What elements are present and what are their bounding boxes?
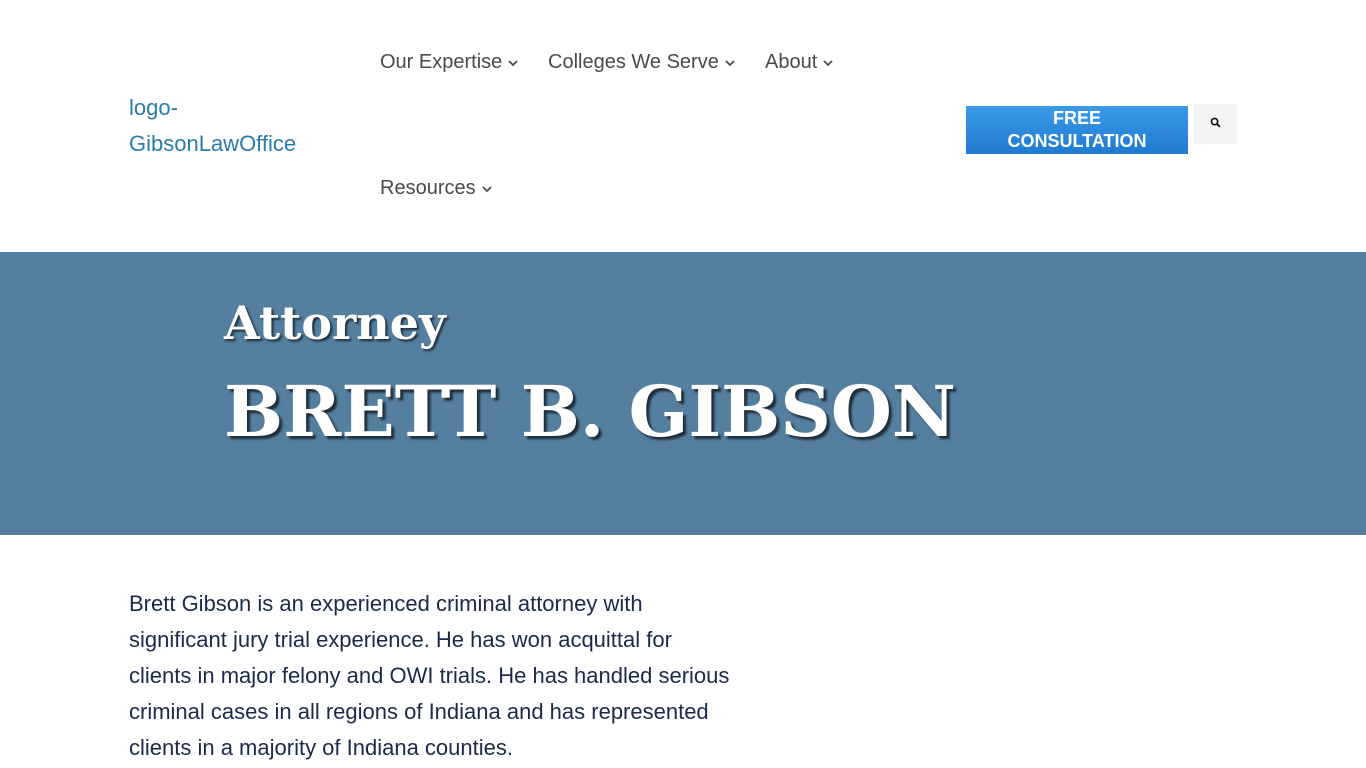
chevron-down-icon: [481, 184, 492, 194]
search-button[interactable]: [1194, 104, 1237, 144]
logo-alt-text: logo-GibsonLawOffice: [129, 95, 297, 156]
nav-about[interactable]: About: [765, 51, 833, 74]
free-consultation-button[interactable]: FREE CONSULTATION: [966, 106, 1188, 154]
page-title: BRETT B. GIBSON: [224, 370, 956, 453]
cta-line-2: CONSULTATION: [1007, 131, 1147, 151]
chevron-down-icon: [508, 58, 518, 68]
nav-label: Colleges We Serve: [548, 51, 719, 73]
site-header: logo-GibsonLawOffice Our Expertise Colle…: [0, 0, 1366, 252]
search-icon: [1210, 115, 1221, 133]
nav-resources[interactable]: Resources: [380, 177, 492, 200]
hero-banner: Attorney BRETT B. GIBSON: [0, 252, 1366, 535]
bio-paragraph: Brett Gibson is an experienced criminal …: [129, 591, 730, 760]
main-content: Brett Gibson is an experienced criminal …: [0, 535, 1366, 768]
nav-label: About: [765, 51, 818, 73]
chevron-down-icon: [823, 58, 833, 68]
cta-line-1: FREE: [1052, 108, 1101, 128]
nav-label: Our Expertise: [380, 51, 503, 73]
logo-link[interactable]: logo-GibsonLawOffice: [129, 90, 329, 162]
nav-label: Resources: [380, 177, 476, 199]
chevron-down-icon: [725, 58, 735, 68]
nav-colleges-we-serve[interactable]: Colleges We Serve: [548, 51, 735, 74]
nav-our-expertise[interactable]: Our Expertise: [380, 51, 518, 74]
hero-subtitle: Attorney: [224, 296, 446, 350]
